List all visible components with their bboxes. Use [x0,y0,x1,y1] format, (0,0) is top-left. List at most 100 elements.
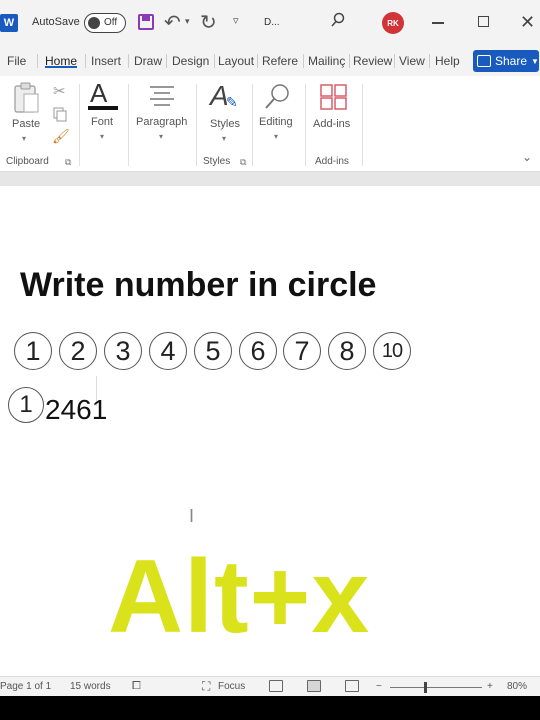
group-divider [128,84,129,166]
addins-label[interactable]: Add-ins [313,118,350,130]
zoom-out-icon[interactable]: − [376,681,382,692]
focus-label[interactable]: Focus [218,681,245,692]
tab-separator [214,54,215,68]
zoom-slider[interactable] [390,687,482,688]
circled-number: 10 [373,332,411,370]
tab-help[interactable]: Help [435,54,460,68]
document-title[interactable]: D... [264,17,280,28]
tab-separator [394,54,395,68]
tab-separator [37,54,38,68]
word-count[interactable]: 15 words [70,681,111,692]
styles-dropdown-icon[interactable]: ▾ [222,134,226,143]
tab-separator [128,54,129,68]
font-label[interactable]: Font [91,116,113,128]
zoom-in-icon[interactable]: + [487,681,493,692]
web-layout-icon[interactable] [345,680,359,692]
tab-references[interactable]: Refere [262,54,302,68]
tab-review[interactable]: Review [353,54,392,68]
typed-code: 2461 [45,394,108,425]
tab-separator [85,54,86,68]
redo-icon[interactable]: ↻ [200,10,217,35]
addins-icon[interactable] [320,84,348,110]
close-icon[interactable]: ✕ [520,12,535,33]
tab-separator [429,54,430,68]
group-label-styles: Styles [203,156,231,167]
zoom-slider-thumb[interactable] [424,682,427,693]
tab-insert[interactable]: Insert [91,54,121,68]
bottom-letterbox [0,696,540,720]
circled-number: 2 [59,332,97,370]
tab-file[interactable]: File [7,54,26,68]
tab-separator [166,54,167,68]
paste-icon[interactable] [12,82,40,116]
clipboard-launcher-icon[interactable]: ⧉ [65,157,71,168]
tab-view[interactable]: View [399,54,425,68]
customize-toolbar-icon[interactable]: ▿ [233,14,239,27]
circled-number: 1 [14,332,52,370]
group-label-addins: Add-ins [315,156,349,167]
avatar[interactable]: RK [382,12,404,34]
shortcut-overlay-text: Alt+x [108,539,371,655]
paragraph-icon[interactable] [148,84,176,108]
print-layout-icon[interactable] [307,680,321,692]
ribbon: Paste ▾ ✂ 🖌 Clipboard ⧉ A Font ▾ Paragra… [0,76,540,172]
document-page[interactable]: Write number in circle 1 2 3 4 5 6 7 8 1… [0,186,540,676]
styles-launcher-icon[interactable]: ⧉ [240,157,246,168]
ribbon-tabs: File Home Insert Draw Design Layout Refe… [0,46,540,76]
tab-layout[interactable]: Layout [218,54,254,68]
format-painter-icon[interactable]: 🖌 [52,128,70,145]
save-icon[interactable] [138,14,154,30]
canvas-gap [0,172,540,186]
ibeam-cursor-icon: I [189,506,195,526]
focus-icon[interactable]: ⛶ [202,679,210,694]
autosave-label: AutoSave [32,16,80,28]
maximize-icon[interactable] [478,16,489,27]
circled-number: 4 [149,332,187,370]
zoom-level[interactable]: 80% [507,681,527,692]
copy-icon[interactable] [52,106,68,122]
group-divider [362,84,363,166]
editing-label[interactable]: Editing [259,116,293,128]
read-mode-icon[interactable] [269,680,283,692]
tab-separator [257,54,258,68]
tab-mailings[interactable]: Mailinç [308,54,348,68]
undo-icon[interactable]: ↶ [164,10,181,35]
share-icon [477,55,491,67]
document-heading: Write number in circle [20,266,377,304]
group-divider [79,84,80,166]
editing-dropdown-icon[interactable]: ▾ [274,132,278,141]
page-count[interactable]: Page 1 of 1 [0,681,51,692]
paste-label[interactable]: Paste [12,118,40,130]
circled-number: 7 [283,332,321,370]
tab-draw[interactable]: Draw [134,54,162,68]
tab-separator [303,54,304,68]
toggle-knob [88,17,100,29]
group-divider [196,84,197,166]
search-icon[interactable] [330,12,346,28]
collapse-ribbon-icon[interactable]: ⌄ [522,150,532,164]
circled-number: 1 [8,387,44,423]
font-icon[interactable]: A [90,78,107,109]
share-button[interactable]: Share ▼ [473,50,539,72]
circled-number: 5 [194,332,232,370]
tab-home[interactable]: Home [45,54,78,68]
cut-icon[interactable]: ✂ [53,82,66,100]
undo-dropdown-icon[interactable]: ▾ [185,16,190,27]
tab-separator [349,54,350,68]
circled-number: 6 [239,332,277,370]
paragraph-label[interactable]: Paragraph [136,116,187,128]
title-bar: W AutoSave Off ↶ ▾ ↻ ▿ D... RK ✕ [0,0,540,46]
editing-search-icon[interactable] [262,82,292,112]
minimize-icon[interactable] [432,22,444,24]
paragraph-dropdown-icon[interactable]: ▾ [159,132,163,141]
tab-design[interactable]: Design [172,54,209,68]
circled-number: 3 [104,332,142,370]
styles-label[interactable]: Styles [210,118,240,130]
circled-number: 8 [328,332,366,370]
font-dropdown-icon[interactable]: ▾ [100,132,104,141]
autosave-toggle[interactable]: Off [84,13,126,33]
group-divider [305,84,306,166]
font-color-bar [88,106,118,110]
proofing-icon[interactable]: ⧠ [132,680,141,693]
paste-dropdown-icon[interactable]: ▾ [22,134,26,143]
